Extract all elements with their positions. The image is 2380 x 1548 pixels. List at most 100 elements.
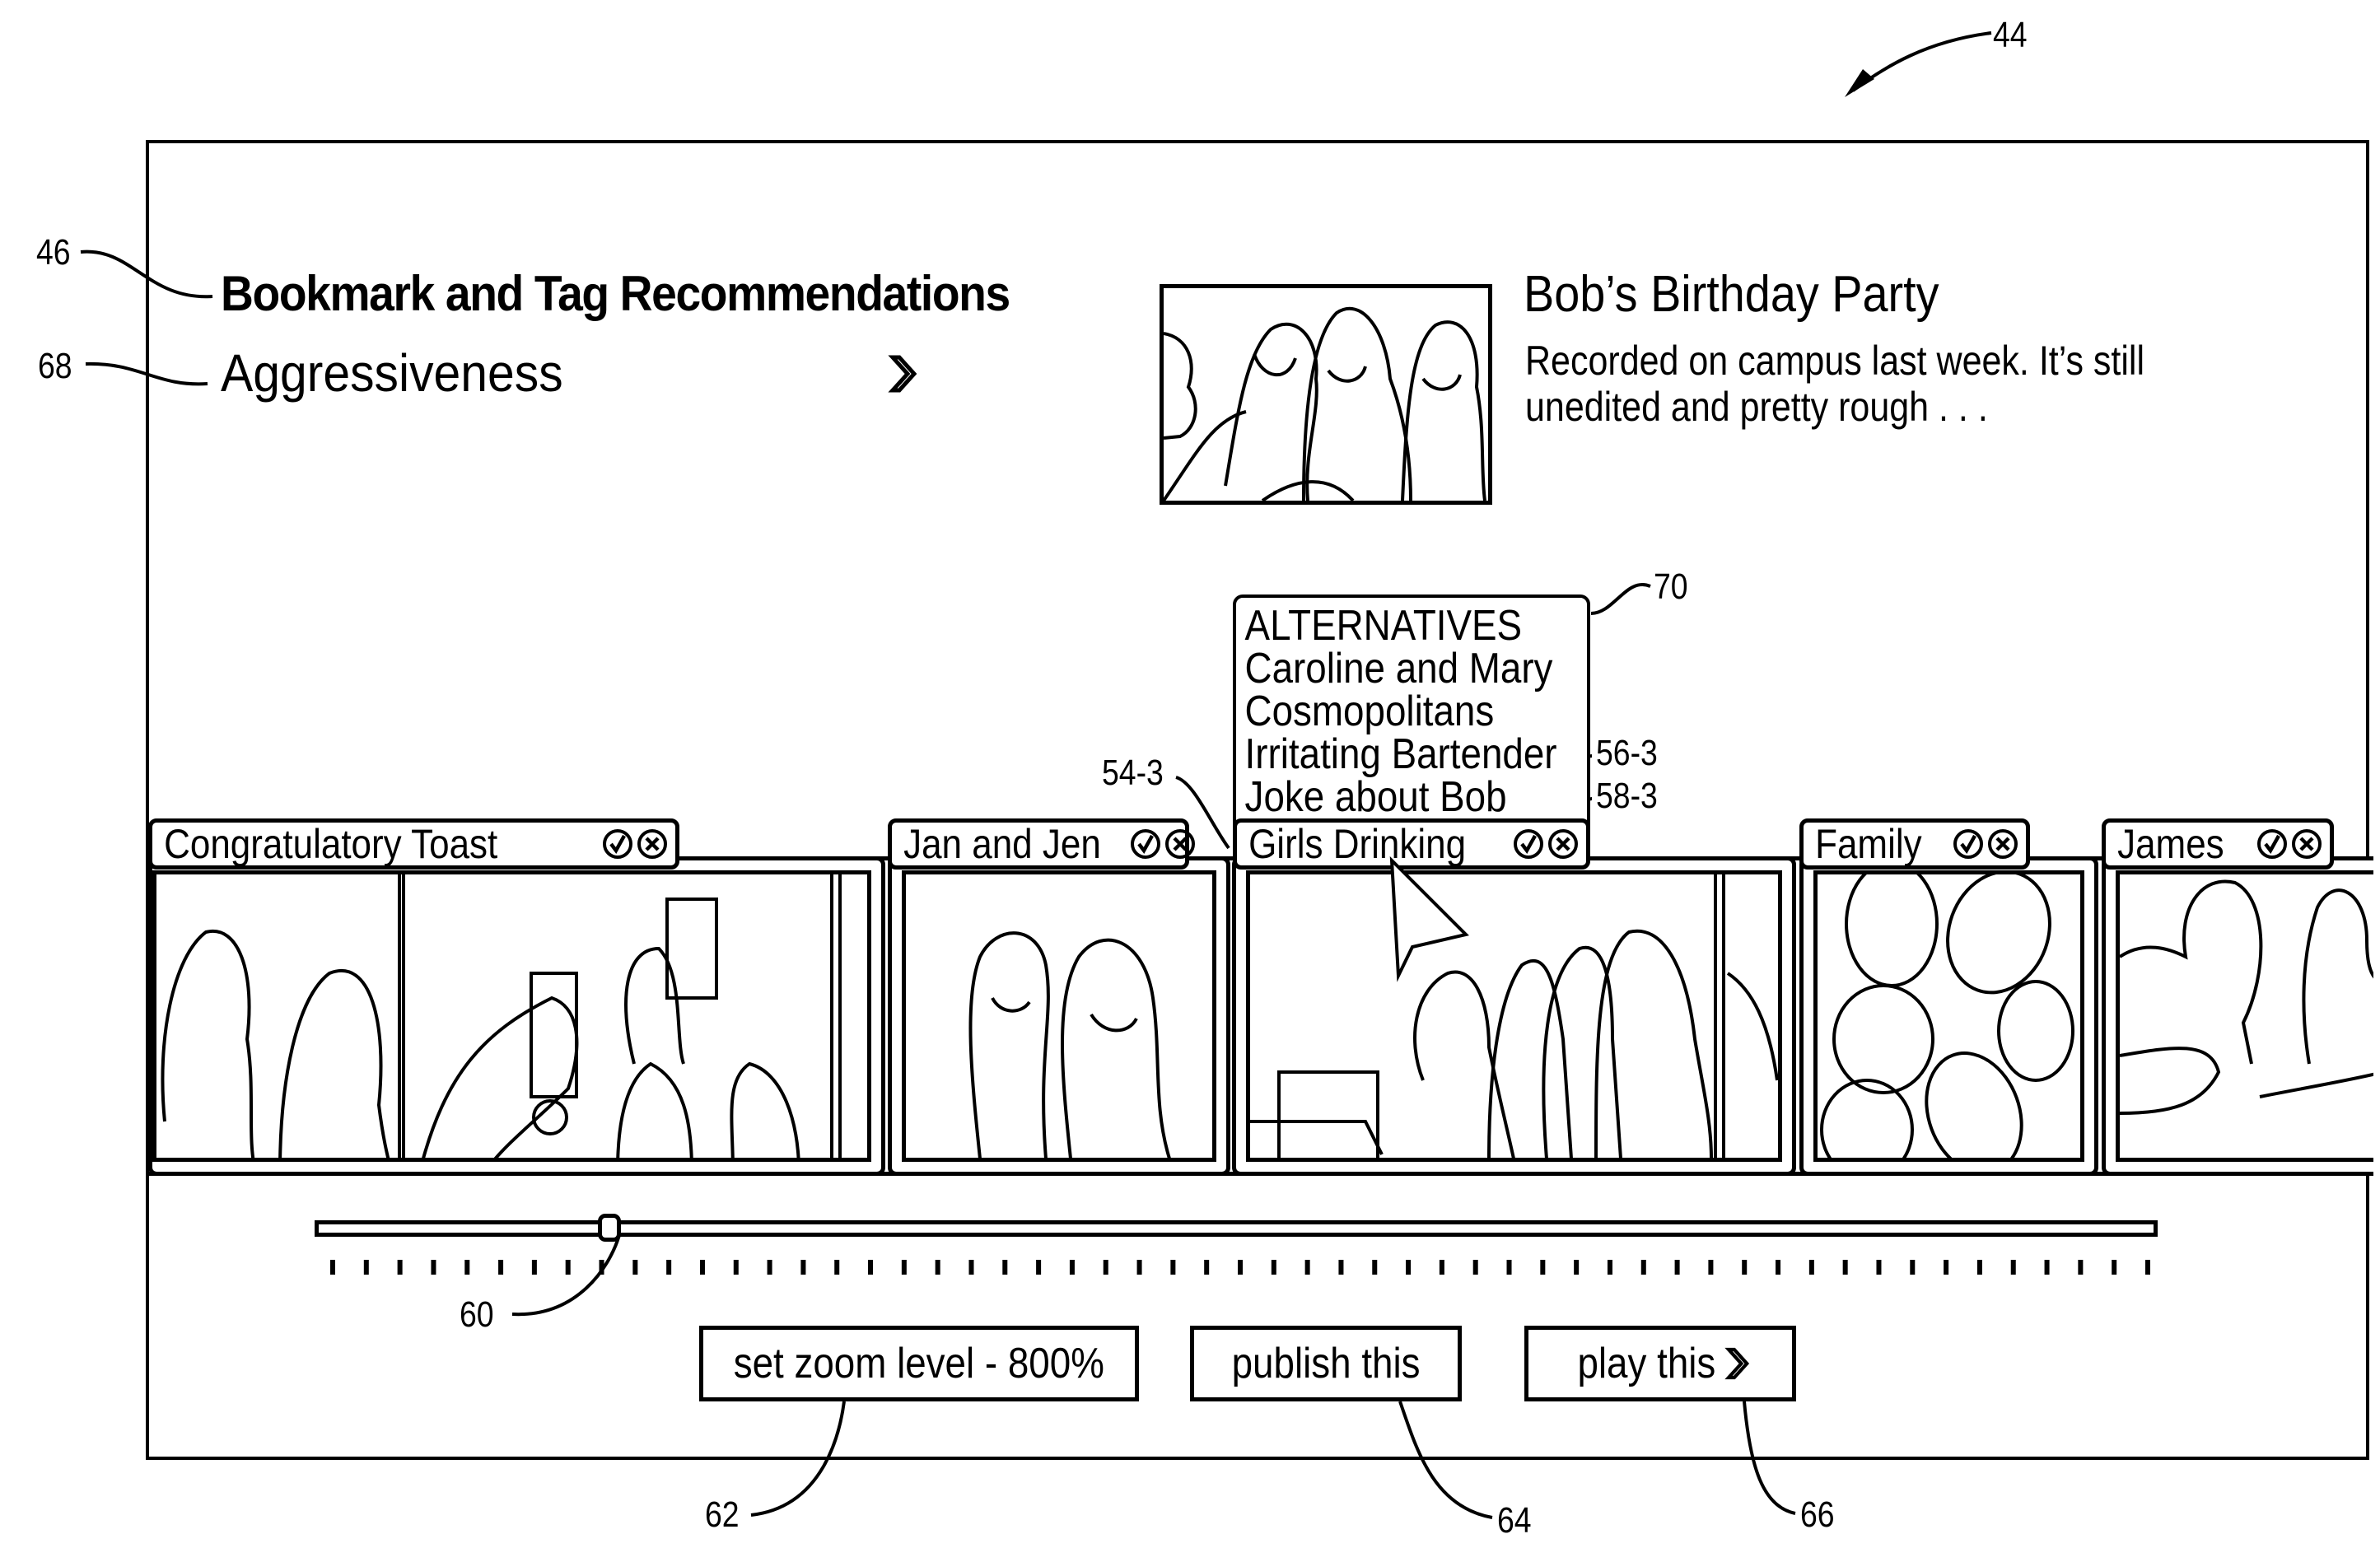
- tick-mark: [767, 1260, 772, 1275]
- double-chevron-right-icon: [1724, 1347, 1750, 1380]
- alternative-item[interactable]: Caroline and Mary: [1236, 647, 1557, 690]
- tick-mark: [464, 1260, 470, 1275]
- tag-label[interactable]: James: [2102, 818, 2334, 870]
- ref-46: 46: [36, 232, 71, 273]
- ref-66: 66: [1800, 1494, 1835, 1535]
- check-circle-icon[interactable]: [601, 828, 634, 860]
- timeline-slider-thumb[interactable]: [598, 1214, 622, 1242]
- tick-mark: [531, 1260, 537, 1275]
- tick-mark: [565, 1260, 571, 1275]
- ref-62: 62: [705, 1494, 740, 1535]
- party-people-illustration: [1164, 306, 1486, 501]
- tick-mark: [2010, 1260, 2016, 1275]
- tick-mark: [1069, 1260, 1075, 1275]
- tick-mark: [1170, 1260, 1176, 1275]
- page-title: Bookmark and Tag Recommendations: [221, 266, 1010, 321]
- tick-mark: [498, 1260, 504, 1275]
- tick-mark: [1238, 1260, 1243, 1275]
- tag-text[interactable]: Jan and Jen: [892, 820, 1101, 868]
- tick-mark: [1808, 1260, 1814, 1275]
- publish-button[interactable]: publish this: [1190, 1326, 1462, 1401]
- clip-congratulatory-toast[interactable]: [148, 856, 885, 1176]
- clip-girls-drinking[interactable]: [1232, 856, 1796, 1176]
- tick-mark: [363, 1260, 369, 1275]
- tick-mark: [1842, 1260, 1848, 1275]
- alternative-item[interactable]: Cosmopolitans: [1236, 690, 1557, 733]
- tick-mark: [397, 1260, 403, 1275]
- tick-mark: [1136, 1260, 1142, 1275]
- tick-mark: [901, 1260, 907, 1275]
- tick-mark: [632, 1260, 638, 1275]
- tick-mark: [800, 1260, 806, 1275]
- check-circle-icon[interactable]: [1129, 828, 1162, 860]
- tick-mark: [1472, 1260, 1478, 1275]
- tick-mark: [1506, 1260, 1512, 1275]
- tag-text[interactable]: James: [2106, 820, 2238, 868]
- x-circle-icon[interactable]: [1164, 828, 1197, 860]
- ref-68: 68: [38, 346, 72, 386]
- tag-label[interactable]: Congratulatory Toast: [148, 818, 679, 870]
- tag-text[interactable]: Congratulatory Toast: [152, 820, 548, 868]
- tick-mark: [1204, 1260, 1210, 1275]
- tick-mark: [699, 1260, 705, 1275]
- tick-mark: [1742, 1260, 1748, 1275]
- clip-jan-and-jen[interactable]: [888, 856, 1230, 1176]
- tick-mark: [1103, 1260, 1108, 1275]
- x-circle-icon[interactable]: [2290, 828, 2323, 860]
- tick-mark: [1674, 1260, 1680, 1275]
- arrowhead-44: [1845, 69, 1874, 97]
- tick-mark: [1607, 1260, 1612, 1275]
- check-circle-icon[interactable]: [1952, 828, 1985, 860]
- alternative-item[interactable]: Irritating Bartender: [1236, 733, 1557, 776]
- video-description: Recorded on campus last week. It’s still…: [1525, 338, 2145, 430]
- girls-drinking-illustration: [1250, 874, 1778, 1158]
- toast-illustration: [161, 874, 842, 1158]
- aggressiveness-label: Aggressiveness: [221, 343, 563, 403]
- ref-64: 64: [1497, 1500, 1532, 1541]
- double-chevron-right-icon[interactable]: [888, 352, 921, 395]
- video-thumbnail[interactable]: [1160, 284, 1492, 505]
- alternatives-heading: ALTERNATIVES: [1244, 602, 1523, 650]
- tick-mark: [1439, 1260, 1444, 1275]
- tick-mark: [968, 1260, 974, 1275]
- tick-mark: [935, 1260, 940, 1275]
- tick-mark: [834, 1260, 840, 1275]
- tag-text[interactable]: Family: [1804, 820, 1934, 868]
- timeline-slider-track[interactable]: [315, 1220, 2158, 1237]
- video-title: Bob’s Birthday Party: [1524, 266, 1939, 323]
- clip-family[interactable]: [1799, 856, 2098, 1176]
- tick-mark: [2112, 1260, 2117, 1275]
- tick-mark: [1406, 1260, 1412, 1275]
- tick-mark: [599, 1260, 604, 1275]
- tick-mark: [1876, 1260, 1882, 1275]
- tick-mark: [1540, 1260, 1546, 1275]
- tag-label[interactable]: Jan and Jen: [888, 818, 1196, 870]
- tick-mark: [2044, 1260, 2050, 1275]
- tick-mark: [1708, 1260, 1714, 1275]
- tick-mark: [330, 1260, 335, 1275]
- tag-label[interactable]: Family: [1799, 818, 2030, 870]
- tick-mark: [733, 1260, 739, 1275]
- tick-mark: [1036, 1260, 1042, 1275]
- tick-mark: [868, 1260, 874, 1275]
- x-circle-icon[interactable]: [1547, 828, 1580, 860]
- check-circle-icon[interactable]: [1512, 828, 1545, 860]
- set-zoom-level-button[interactable]: set zoom level - 800%: [699, 1326, 1139, 1401]
- ref-44: 44: [1993, 15, 2028, 55]
- family-faces-illustration: [1820, 874, 2074, 1158]
- timeline-tick-marks: [330, 1260, 2150, 1275]
- tick-mark: [1944, 1260, 1949, 1275]
- tick-mark: [2078, 1260, 2084, 1275]
- tick-mark: [1976, 1260, 1982, 1275]
- x-circle-icon[interactable]: [636, 828, 669, 860]
- leader-44: [1851, 31, 1992, 92]
- check-circle-icon[interactable]: [2256, 828, 2289, 860]
- clip-james[interactable]: [2102, 856, 2373, 1176]
- tick-mark: [431, 1260, 436, 1275]
- x-circle-icon[interactable]: [1986, 828, 2019, 860]
- tick-mark: [1271, 1260, 1276, 1275]
- alternative-item[interactable]: Joke about Bob: [1236, 776, 1557, 818]
- mouse-pointer-icon: [1389, 856, 1469, 982]
- play-button[interactable]: play this: [1524, 1326, 1796, 1401]
- tick-mark: [1002, 1260, 1008, 1275]
